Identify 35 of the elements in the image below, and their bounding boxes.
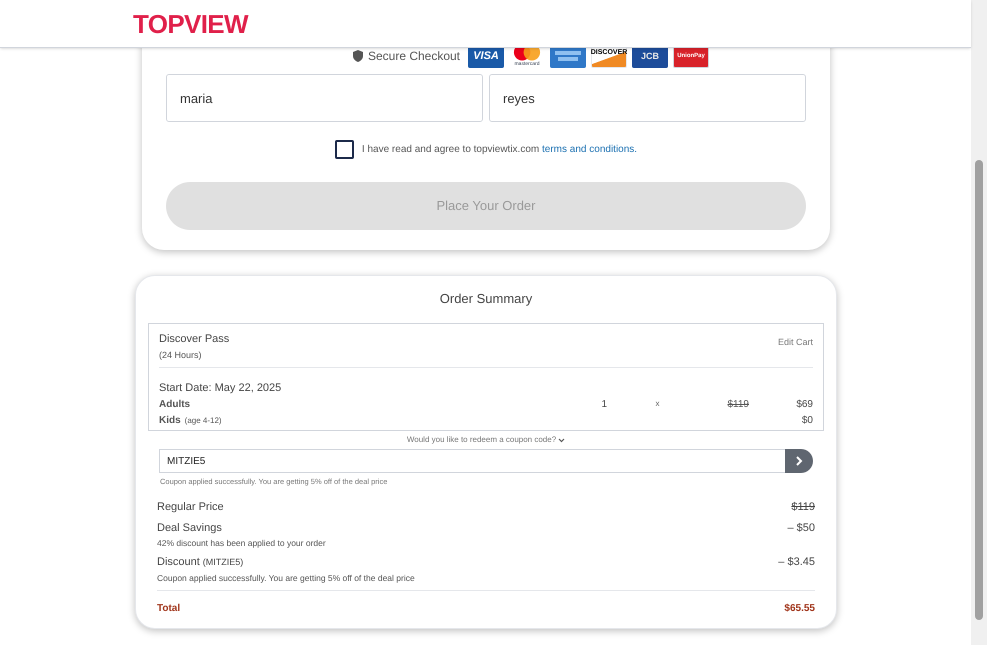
price-value: – $50 [787,520,815,536]
price-value: $119 [791,500,815,516]
total-label: Total [157,602,180,616]
ticket-type: Adults [159,398,190,412]
start-date: Start Date: May 22, 2025 [159,380,282,396]
price-label: Discount (MITZIE5) [157,555,244,570]
terms-link[interactable]: terms and conditions. [542,144,638,155]
secure-checkout-label: Secure Checkout [368,48,460,65]
order-summary-title: Order Summary [438,290,534,308]
edit-cart-link[interactable]: Edit Cart [778,336,813,349]
chevron-right-icon [795,456,803,466]
last-name-field[interactable]: reyes [489,74,806,122]
original-price: $119 [727,398,749,412]
price-label: Regular Price [157,500,224,516]
ticket-type: Kids (age 4-12) [159,414,222,428]
coupon-field[interactable]: MITZIE5 [159,449,785,473]
price-value: – $3.45 [778,555,815,570]
agree-checkbox[interactable] [334,140,354,159]
ticket-price: $0 [800,414,813,428]
agree-text: I have read and agree to topviewtix.com terms and conditions. [362,143,638,157]
total-value: $65.55 [784,602,815,616]
coupon-prompt[interactable]: Would you like to redeem a coupon code? [406,434,556,446]
product-duration: (24 Hours) [159,349,203,362]
first-name-field[interactable]: maria [166,74,483,122]
topview-logo[interactable]: TOPVIEW [133,10,248,36]
price-note: Coupon applied successfully. You are getting 5% off of the deal price [157,572,415,584]
product-name: Discover Pass [159,332,230,346]
shield-icon [352,50,363,62]
quantity: 1 [601,398,608,412]
price-note: 42% discount has been applied to your order [157,537,326,550]
chevron-down-icon [558,438,566,442]
ticket-price: $69 [795,398,813,412]
times-sign: x [655,398,660,410]
price-label: Deal Savings [157,520,223,536]
apply-coupon-button[interactable] [785,449,813,473]
